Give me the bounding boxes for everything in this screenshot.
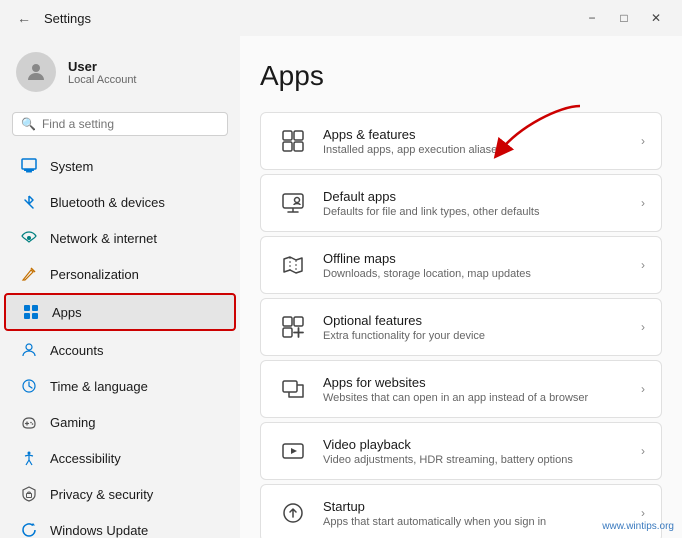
page-title: Apps — [260, 60, 662, 92]
video-playback-chevron: › — [641, 444, 645, 458]
apps-websites-icon — [277, 373, 309, 405]
personalization-label: Personalization — [50, 267, 139, 282]
video-playback-text: Video playback Video adjustments, HDR st… — [323, 437, 627, 466]
optional-features-title: Optional features — [323, 313, 627, 328]
nav-item-network[interactable]: Network & internet — [4, 221, 236, 255]
apps-features-title: Apps & features — [323, 127, 627, 142]
content-area: Apps Apps & features Installed apps, app… — [240, 36, 682, 538]
nav-item-privacy[interactable]: Privacy & security — [4, 477, 236, 511]
accessibility-label: Accessibility — [50, 451, 121, 466]
default-apps-text: Default apps Defaults for file and link … — [323, 189, 627, 218]
user-profile: User Local Account — [0, 44, 240, 108]
settings-item-apps-websites[interactable]: Apps for websites Websites that can open… — [260, 360, 662, 418]
video-playback-icon — [277, 435, 309, 467]
close-button[interactable]: ✕ — [642, 8, 670, 28]
nav-item-time[interactable]: Time & language — [4, 369, 236, 403]
settings-item-offline-maps[interactable]: Offline maps Downloads, storage location… — [260, 236, 662, 294]
gaming-label: Gaming — [50, 415, 96, 430]
default-apps-desc: Defaults for file and link types, other … — [323, 206, 627, 218]
sidebar: User Local Account 🔍 System Bluetooth & … — [0, 36, 240, 538]
bluetooth-icon — [20, 193, 38, 211]
maximize-button[interactable]: □ — [610, 8, 638, 28]
update-label: Windows Update — [50, 523, 148, 538]
system-label: System — [50, 159, 93, 174]
bluetooth-label: Bluetooth & devices — [50, 195, 165, 210]
search-icon: 🔍 — [21, 117, 36, 131]
apps-websites-text: Apps for websites Websites that can open… — [323, 375, 627, 404]
settings-item-video-playback[interactable]: Video playback Video adjustments, HDR st… — [260, 422, 662, 480]
default-apps-chevron: › — [641, 196, 645, 210]
settings-list: Apps & features Installed apps, app exec… — [260, 112, 662, 538]
minimize-button[interactable]: − — [578, 8, 606, 28]
apps-icon — [22, 303, 40, 321]
startup-icon — [277, 497, 309, 529]
privacy-icon — [20, 485, 38, 503]
network-label: Network & internet — [50, 231, 157, 246]
optional-features-icon — [277, 311, 309, 343]
network-icon — [20, 229, 38, 247]
nav-item-system[interactable]: System — [4, 149, 236, 183]
nav-item-apps[interactable]: Apps — [4, 293, 236, 331]
nav-item-accessibility[interactable]: Accessibility — [4, 441, 236, 475]
apps-features-icon — [277, 125, 309, 157]
window-title: Settings — [44, 11, 91, 26]
window-controls: − □ ✕ — [578, 8, 670, 28]
optional-features-desc: Extra functionality for your device — [323, 330, 627, 342]
nav-item-accounts[interactable]: Accounts — [4, 333, 236, 367]
default-apps-icon — [277, 187, 309, 219]
offline-maps-chevron: › — [641, 258, 645, 272]
accounts-icon — [20, 341, 38, 359]
accessibility-icon — [20, 449, 38, 467]
gaming-icon — [20, 413, 38, 431]
nav-item-personalization[interactable]: Personalization — [4, 257, 236, 291]
system-icon — [20, 157, 38, 175]
default-apps-title: Default apps — [323, 189, 627, 204]
nav-item-bluetooth[interactable]: Bluetooth & devices — [4, 185, 236, 219]
search-input[interactable] — [42, 117, 219, 131]
settings-item-apps-features[interactable]: Apps & features Installed apps, app exec… — [260, 112, 662, 170]
settings-item-optional-features[interactable]: Optional features Extra functionality fo… — [260, 298, 662, 356]
apps-features-desc: Installed apps, app execution aliases — [323, 144, 627, 156]
avatar — [16, 52, 56, 92]
startup-text: Startup Apps that start automatically wh… — [323, 499, 627, 528]
back-button[interactable]: ← — [12, 6, 36, 30]
user-info: User Local Account — [68, 59, 137, 86]
personalization-icon — [20, 265, 38, 283]
startup-chevron: › — [641, 506, 645, 520]
optional-features-chevron: › — [641, 320, 645, 334]
privacy-label: Privacy & security — [50, 487, 153, 502]
nav-item-update[interactable]: Windows Update — [4, 513, 236, 538]
apps-features-text: Apps & features Installed apps, app exec… — [323, 127, 627, 156]
main-layout: User Local Account 🔍 System Bluetooth & … — [0, 36, 682, 538]
apps-websites-title: Apps for websites — [323, 375, 627, 390]
apps-websites-chevron: › — [641, 382, 645, 396]
settings-item-default-apps[interactable]: Default apps Defaults for file and link … — [260, 174, 662, 232]
offline-maps-icon — [277, 249, 309, 281]
apps-websites-desc: Websites that can open in an app instead… — [323, 392, 627, 404]
user-subtitle: Local Account — [68, 74, 137, 86]
video-playback-title: Video playback — [323, 437, 627, 452]
startup-title: Startup — [323, 499, 627, 514]
apps-label: Apps — [52, 305, 82, 320]
offline-maps-desc: Downloads, storage location, map updates — [323, 268, 627, 280]
offline-maps-title: Offline maps — [323, 251, 627, 266]
nav-item-gaming[interactable]: Gaming — [4, 405, 236, 439]
offline-maps-text: Offline maps Downloads, storage location… — [323, 251, 627, 280]
watermark: www.wintips.org — [602, 521, 674, 532]
apps-features-chevron: › — [641, 134, 645, 148]
user-name: User — [68, 59, 137, 74]
time-label: Time & language — [50, 379, 148, 394]
search-box[interactable]: 🔍 — [12, 112, 228, 136]
startup-desc: Apps that start automatically when you s… — [323, 516, 627, 528]
optional-features-text: Optional features Extra functionality fo… — [323, 313, 627, 342]
video-playback-desc: Video adjustments, HDR streaming, batter… — [323, 454, 627, 466]
accounts-label: Accounts — [50, 343, 103, 358]
time-icon — [20, 377, 38, 395]
title-bar: ← Settings − □ ✕ — [0, 0, 682, 36]
update-icon — [20, 521, 38, 538]
